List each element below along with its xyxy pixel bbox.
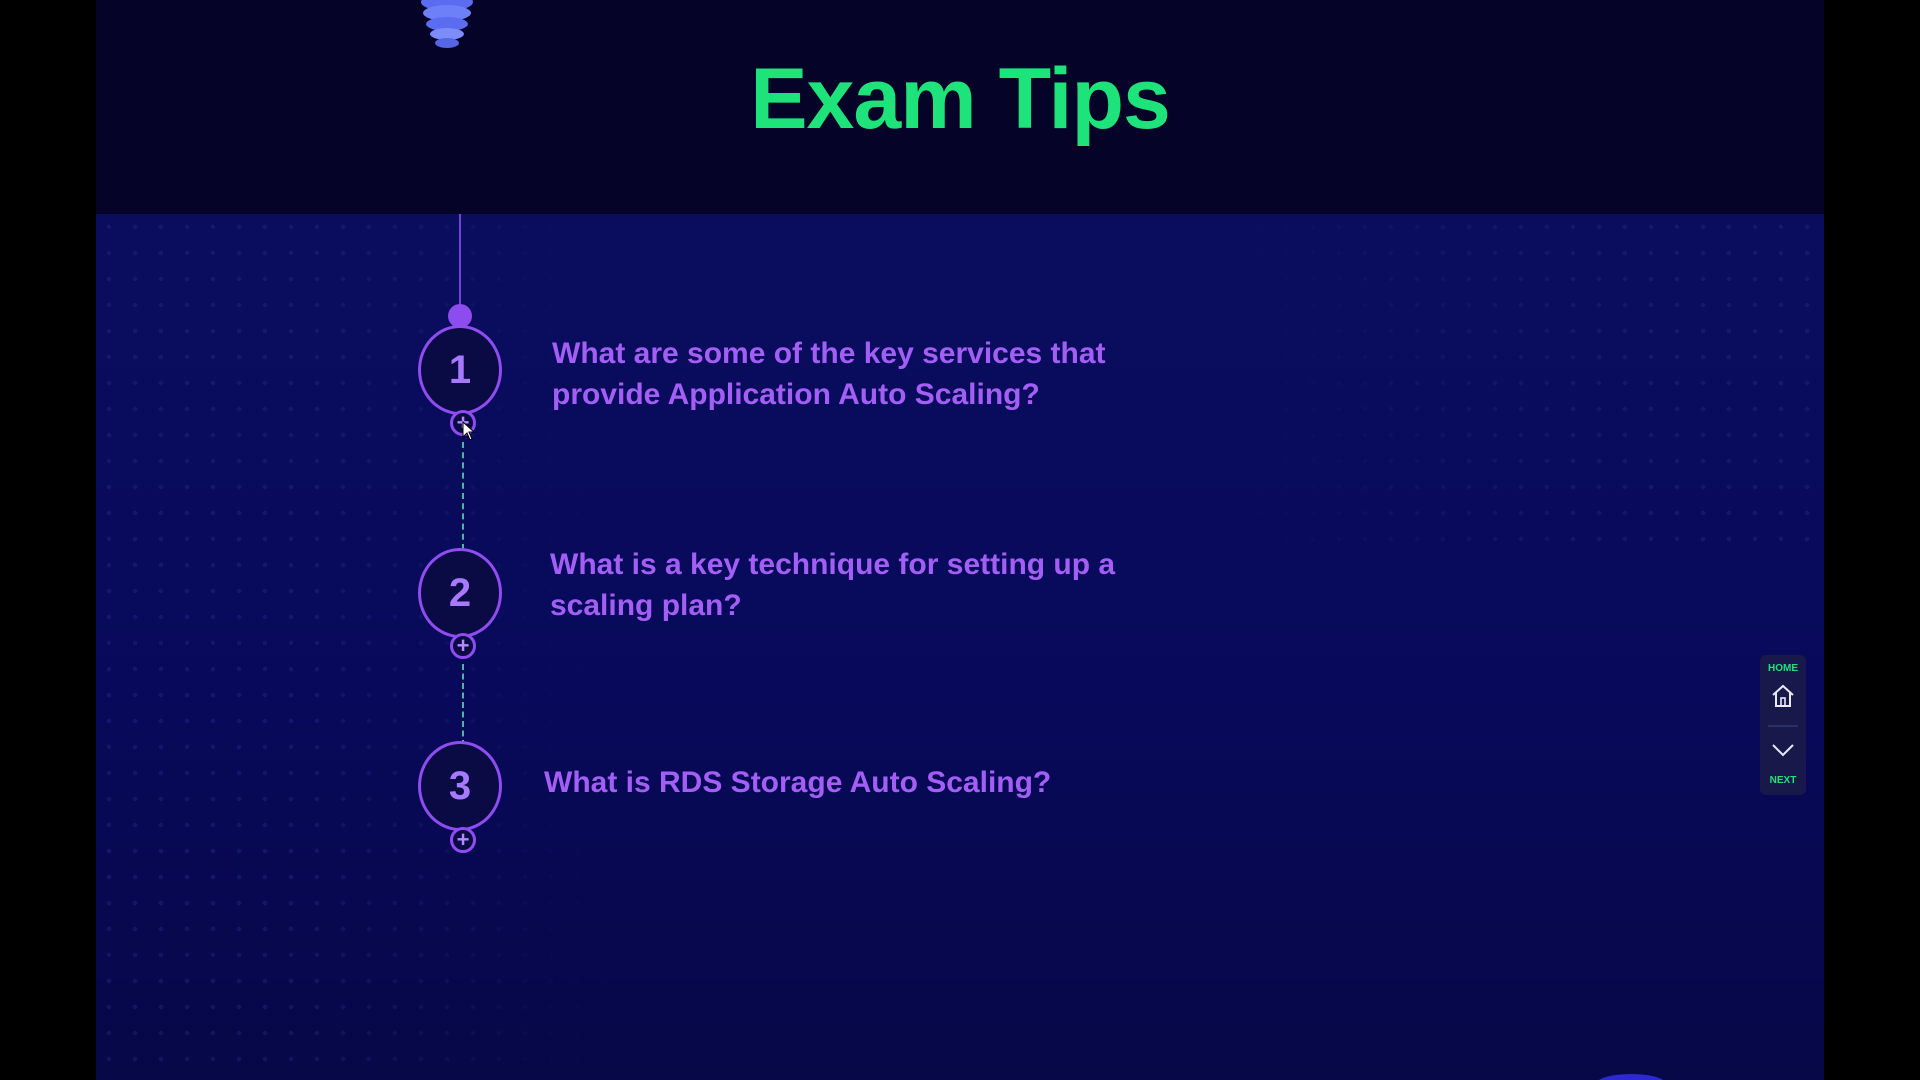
tip-question-2: What is a key technique for setting up a… (550, 548, 1116, 622)
home-icon[interactable] (1770, 683, 1796, 709)
tip-question-1: What are some of the key services that p… (552, 337, 1106, 411)
timeline-line (459, 214, 461, 314)
background-pattern (96, 214, 616, 1080)
lightbulb-icon (421, 0, 473, 48)
nav-divider (1768, 725, 1798, 727)
home-label[interactable]: HOME (1760, 663, 1806, 674)
step-number: 2 (448, 570, 472, 615)
mouse-cursor-icon (462, 421, 476, 441)
timeline-connector (462, 442, 464, 550)
page-title: Exam Tips (750, 51, 1171, 147)
expand-plus-icon[interactable]: + (450, 827, 476, 853)
next-label[interactable]: NEXT (1760, 775, 1806, 786)
step-1-circle: 1 (418, 325, 502, 415)
step-2-circle: 2 (418, 548, 502, 638)
tip-question-3: What is RDS Storage Auto Scaling? (544, 766, 1052, 799)
chevron-down-icon[interactable] (1770, 741, 1796, 759)
timeline-connector (462, 664, 464, 746)
slide-nav: HOME NEXT (1760, 655, 1806, 795)
step-3-circle: 3 (418, 741, 502, 831)
step-number: 3 (448, 763, 472, 808)
step-number: 1 (448, 347, 472, 392)
background-pattern (1196, 214, 1824, 554)
slide-frame: Exam Tips 1 + What are some of the key s… (96, 0, 1824, 1080)
expand-plus-icon[interactable]: + (450, 633, 476, 659)
slide-header: Exam Tips (96, 0, 1824, 214)
